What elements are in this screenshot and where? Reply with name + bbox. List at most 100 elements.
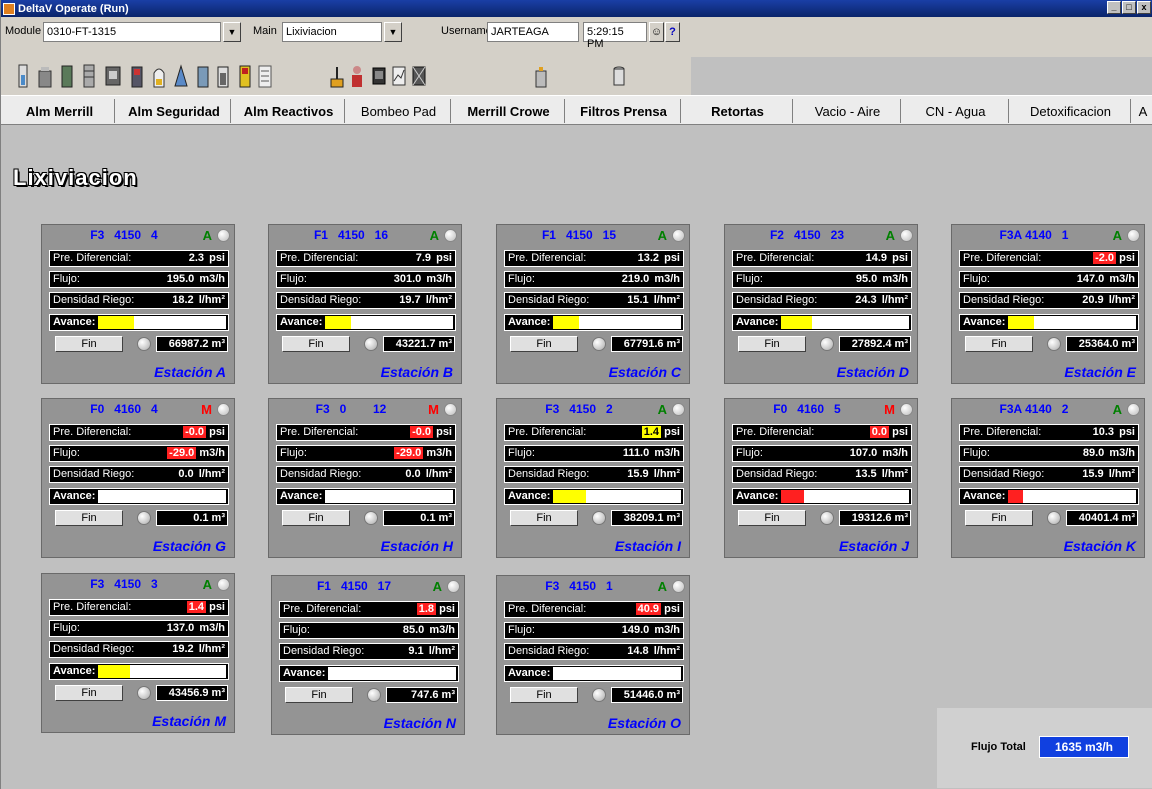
- maximize-button[interactable]: □: [1122, 1, 1136, 14]
- densidad-row[interactable]: Densidad Riego: 15.1 l/hm²: [504, 292, 684, 309]
- tank-icon[interactable]: [15, 63, 31, 89]
- flujo-row[interactable]: Flujo: 219.0 m3/h: [504, 271, 684, 288]
- silo-icon[interactable]: [215, 63, 231, 89]
- pre-diferencial-row[interactable]: Pre. Diferencial: 1.4 psi: [49, 599, 229, 616]
- fin-button[interactable]: Fin: [55, 510, 123, 526]
- vessel-icon[interactable]: [195, 63, 211, 89]
- crane-icon[interactable]: [329, 63, 345, 89]
- module-field[interactable]: 0310-FT-1315: [43, 22, 221, 42]
- fin-button[interactable]: Fin: [55, 336, 123, 352]
- pre-diferencial-row[interactable]: Pre. Diferencial: 0.0 psi: [732, 424, 912, 441]
- densidad-row[interactable]: Densidad Riego: 13.5 l/hm²: [732, 466, 912, 483]
- flujo-row[interactable]: Flujo: 147.0 m3/h: [959, 271, 1139, 288]
- fin-button[interactable]: Fin: [55, 685, 123, 701]
- thickener-icon[interactable]: [129, 63, 145, 89]
- screen-icon[interactable]: [371, 63, 387, 89]
- pre-diferencial-row[interactable]: Pre. Diferencial: 7.9 psi: [276, 250, 456, 267]
- flujo-row[interactable]: Flujo: -29.0 m3/h: [49, 445, 229, 462]
- station-name[interactable]: Estación H: [381, 538, 453, 554]
- fin-button[interactable]: Fin: [510, 510, 578, 526]
- station-name[interactable]: Estación D: [837, 364, 909, 380]
- pre-diferencial-row[interactable]: Pre. Diferencial: -2.0 psi: [959, 250, 1139, 267]
- station-name[interactable]: Estación O: [608, 715, 681, 731]
- tab-alm-seguridad[interactable]: Alm Seguridad: [118, 99, 231, 123]
- densidad-row[interactable]: Densidad Riego: 14.8 l/hm²: [504, 643, 684, 660]
- fin-button[interactable]: Fin: [738, 510, 806, 526]
- station-name[interactable]: Estación E: [1064, 364, 1136, 380]
- station-name[interactable]: Estación G: [153, 538, 226, 554]
- fin-button[interactable]: Fin: [965, 336, 1033, 352]
- station-name[interactable]: Estación J: [839, 538, 909, 554]
- operator-icon[interactable]: [349, 63, 365, 89]
- list-icon[interactable]: [257, 63, 273, 89]
- main-dropdown-button[interactable]: ▼: [384, 22, 402, 42]
- pre-diferencial-row[interactable]: Pre. Diferencial: 13.2 psi: [504, 250, 684, 267]
- station-name[interactable]: Estación K: [1064, 538, 1136, 554]
- densidad-row[interactable]: Densidad Riego: 0.0 l/hm²: [49, 466, 229, 483]
- pre-diferencial-row[interactable]: Pre. Diferencial: 14.9 psi: [732, 250, 912, 267]
- module-dropdown-button[interactable]: ▼: [223, 22, 241, 42]
- tab-cn-agua[interactable]: CN - Agua: [903, 99, 1009, 123]
- flujo-row[interactable]: Flujo: 85.0 m3/h: [279, 622, 459, 639]
- close-button[interactable]: x: [1137, 1, 1151, 14]
- flujo-row[interactable]: Flujo: 107.0 m3/h: [732, 445, 912, 462]
- station-name[interactable]: Estación N: [384, 715, 456, 731]
- pre-diferencial-row[interactable]: Pre. Diferencial: -0.0 psi: [276, 424, 456, 441]
- fin-button[interactable]: Fin: [965, 510, 1033, 526]
- trend-icon[interactable]: [391, 63, 407, 89]
- tab-alm-reactivos[interactable]: Alm Reactivos: [233, 99, 345, 123]
- station-name[interactable]: Estación A: [154, 364, 226, 380]
- filter-icon[interactable]: [81, 63, 97, 89]
- pump-icon[interactable]: [37, 63, 53, 89]
- flujo-row[interactable]: Flujo: 137.0 m3/h: [49, 620, 229, 637]
- pre-diferencial-row[interactable]: Pre. Diferencial: 1.4 psi: [504, 424, 684, 441]
- flujo-row[interactable]: Flujo: -29.0 m3/h: [276, 445, 456, 462]
- fin-button[interactable]: Fin: [285, 687, 353, 703]
- structure-icon[interactable]: [411, 63, 427, 89]
- pre-diferencial-row[interactable]: Pre. Diferencial: 2.3 psi: [49, 250, 229, 267]
- tab-bombeo-pad[interactable]: Bombeo Pad: [347, 99, 451, 123]
- fin-button[interactable]: Fin: [282, 336, 350, 352]
- flujo-row[interactable]: Flujo: 95.0 m3/h: [732, 271, 912, 288]
- flujo-row[interactable]: Flujo: 111.0 m3/h: [504, 445, 684, 462]
- densidad-row[interactable]: Densidad Riego: 0.0 l/hm²: [276, 466, 456, 483]
- help-button[interactable]: ?: [665, 22, 680, 42]
- station-name[interactable]: Estación C: [609, 364, 681, 380]
- minimize-button[interactable]: _: [1107, 1, 1121, 14]
- densidad-row[interactable]: Densidad Riego: 24.3 l/hm²: [732, 292, 912, 309]
- flujo-row[interactable]: Flujo: 301.0 m3/h: [276, 271, 456, 288]
- station-name[interactable]: Estación I: [615, 538, 681, 554]
- valve-icon[interactable]: [173, 63, 189, 89]
- main-field[interactable]: Lixiviacion: [282, 22, 382, 42]
- fin-button[interactable]: Fin: [510, 336, 578, 352]
- densidad-row[interactable]: Densidad Riego: 19.7 l/hm²: [276, 292, 456, 309]
- heater-icon[interactable]: [151, 63, 167, 89]
- fin-button[interactable]: Fin: [738, 336, 806, 352]
- cylinder-icon[interactable]: [611, 63, 627, 89]
- station-name[interactable]: Estación B: [381, 364, 453, 380]
- pre-diferencial-row[interactable]: Pre. Diferencial: 1.8 psi: [279, 601, 459, 618]
- tab-more[interactable]: A: [1133, 99, 1152, 123]
- flujo-row[interactable]: Flujo: 89.0 m3/h: [959, 445, 1139, 462]
- pre-diferencial-row[interactable]: Pre. Diferencial: -0.0 psi: [49, 424, 229, 441]
- station-name[interactable]: Estación M: [152, 713, 226, 729]
- densidad-row[interactable]: Densidad Riego: 15.9 l/hm²: [959, 466, 1139, 483]
- tab-merrill-crowe[interactable]: Merrill Crowe: [453, 99, 565, 123]
- flujo-row[interactable]: Flujo: 195.0 m3/h: [49, 271, 229, 288]
- column-icon[interactable]: [59, 63, 75, 89]
- densidad-row[interactable]: Densidad Riego: 20.9 l/hm²: [959, 292, 1139, 309]
- densidad-row[interactable]: Densidad Riego: 18.2 l/hm²: [49, 292, 229, 309]
- mill-icon[interactable]: [105, 63, 121, 89]
- fin-button[interactable]: Fin: [282, 510, 350, 526]
- densidad-row[interactable]: Densidad Riego: 15.9 l/hm²: [504, 466, 684, 483]
- pre-diferencial-row[interactable]: Pre. Diferencial: 40.9 psi: [504, 601, 684, 618]
- tab-retortas[interactable]: Retortas: [683, 99, 793, 123]
- densidad-row[interactable]: Densidad Riego: 9.1 l/hm²: [279, 643, 459, 660]
- plant-icon[interactable]: [533, 63, 549, 89]
- tab-alm-merrill[interactable]: Alm Merrill: [5, 99, 115, 123]
- tab-filtros-prensa[interactable]: Filtros Prensa: [567, 99, 681, 123]
- user-icon[interactable]: ☺: [649, 22, 664, 42]
- fin-button[interactable]: Fin: [510, 687, 578, 703]
- panel-icon[interactable]: [237, 63, 253, 89]
- flujo-row[interactable]: Flujo: 149.0 m3/h: [504, 622, 684, 639]
